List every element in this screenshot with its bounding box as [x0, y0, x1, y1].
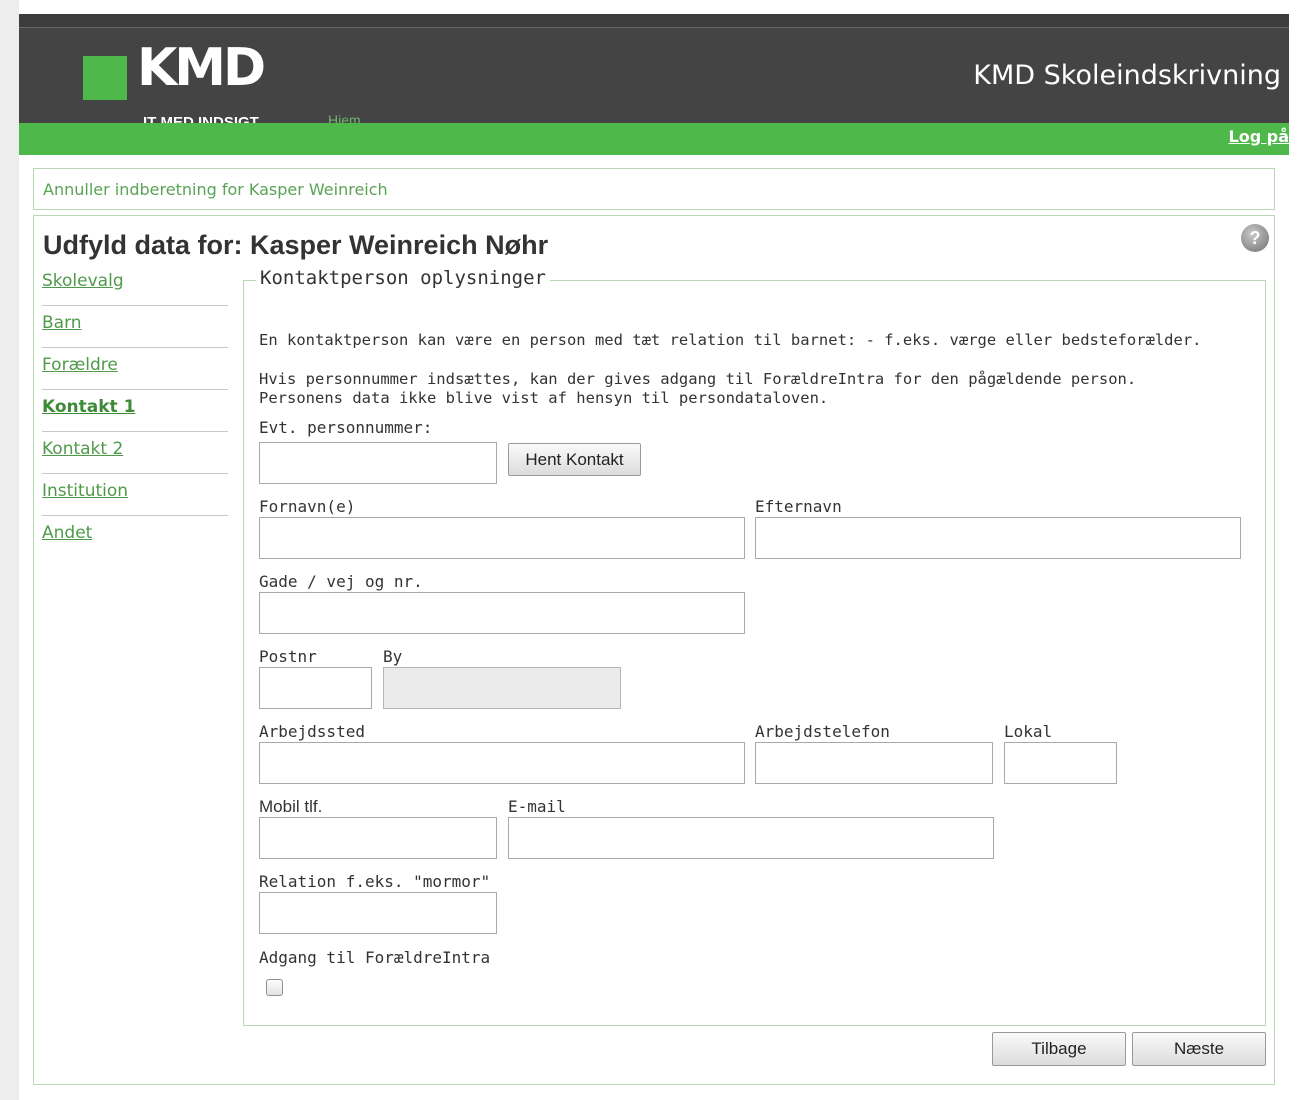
- app-title: KMD Skoleindskrivning: [973, 60, 1281, 91]
- nav-item-kontakt-1[interactable]: Kontakt 1: [42, 390, 228, 432]
- firstname-label: Fornavn(e): [259, 497, 356, 516]
- access-label: Adgang til ForældreIntra: [259, 948, 491, 967]
- workphone-label: Arbejdstelefon: [755, 722, 890, 741]
- access-checkbox[interactable]: [266, 979, 283, 996]
- extension-label: Lokal: [1004, 722, 1053, 741]
- mobile-input[interactable]: [259, 817, 497, 859]
- header-green-bar: Log på: [19, 123, 1289, 155]
- cpr-input[interactable]: [259, 442, 497, 484]
- street-input[interactable]: [259, 592, 745, 634]
- window-frame-left: [0, 0, 19, 1100]
- extension-input[interactable]: [1004, 742, 1117, 784]
- back-button[interactable]: Tilbage: [992, 1032, 1126, 1066]
- step-navigation: Skolevalg Barn Forældre Kontakt 1 Kontak…: [42, 264, 228, 558]
- lastname-input[interactable]: [755, 517, 1241, 559]
- workplace-label: Arbejdssted: [259, 722, 365, 741]
- street-label: Gade / vej og nr.: [259, 572, 423, 591]
- city-label: By: [383, 647, 403, 666]
- kmd-logo: KMD: [137, 38, 266, 98]
- login-link[interactable]: Log på: [1229, 127, 1289, 146]
- contact-fieldset: Kontaktperson oplysninger En kontaktpers…: [243, 267, 1266, 1026]
- nav-item-kontakt-2[interactable]: Kontakt 2: [42, 432, 228, 474]
- fetch-contact-button[interactable]: Hent Kontakt: [508, 443, 641, 476]
- firstname-input[interactable]: [259, 517, 745, 559]
- kmd-logo-square-icon: [83, 56, 127, 100]
- next-button[interactable]: Næste: [1132, 1032, 1266, 1066]
- relation-input[interactable]: [259, 892, 497, 934]
- help-icon[interactable]: ?: [1241, 224, 1269, 252]
- city-input: [383, 667, 621, 709]
- workplace-input[interactable]: [259, 742, 745, 784]
- nav-item-foraeldre[interactable]: Forældre: [42, 348, 228, 390]
- site-header: KMD IT MED INDSIGT Hjem KMD Skoleindskri…: [19, 14, 1289, 131]
- info-text-2: Hvis personnummer indsættes, kan der giv…: [259, 370, 1137, 388]
- mobile-label: Mobil tlf.: [259, 797, 323, 816]
- info-text-3: Personens data ikke blive vist af hensyn…: [259, 389, 829, 407]
- relation-label: Relation f.eks. "mormor": [259, 872, 491, 891]
- cancel-panel: Annuller indberetning for Kasper Weinrei…: [33, 168, 1275, 210]
- main-panel: Udfyld data for: Kasper Weinreich Nøhr ?…: [33, 215, 1275, 1085]
- zip-label: Postnr: [259, 647, 317, 666]
- nav-item-barn[interactable]: Barn: [42, 306, 228, 348]
- nav-item-skolevalg[interactable]: Skolevalg: [42, 264, 228, 306]
- cpr-label: Evt. personnummer:: [259, 418, 433, 437]
- zip-input[interactable]: [259, 667, 372, 709]
- email-input[interactable]: [508, 817, 994, 859]
- info-text-1: En kontaktperson kan være en person med …: [259, 331, 1202, 349]
- fieldset-legend: Kontaktperson oplysninger: [256, 267, 550, 289]
- lastname-label: Efternavn: [755, 497, 842, 516]
- nav-item-andet[interactable]: Andet: [42, 516, 228, 558]
- workphone-input[interactable]: [755, 742, 993, 784]
- page-title: Udfyld data for: Kasper Weinreich Nøhr: [43, 230, 549, 260]
- nav-item-institution[interactable]: Institution: [42, 474, 228, 516]
- cancel-registration-link[interactable]: Annuller indberetning for Kasper Weinrei…: [43, 180, 388, 199]
- email-label: E-mail: [508, 797, 566, 816]
